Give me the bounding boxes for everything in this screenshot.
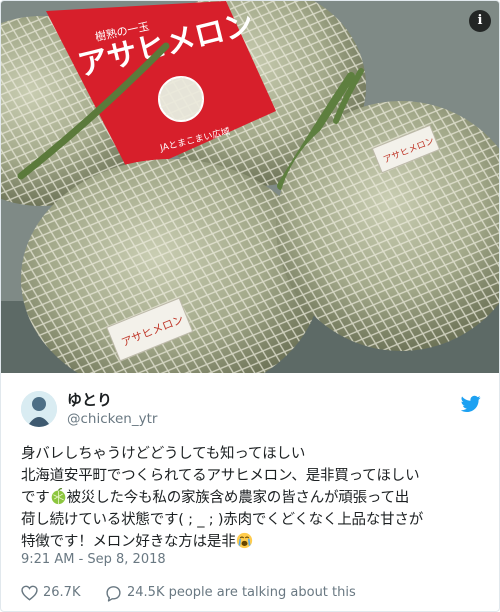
display-name[interactable]: ゆとり [67, 391, 157, 410]
tweet-text-line: 特徴です！メロン好きな方は是非 [21, 534, 236, 550]
user-block[interactable]: ゆとり @chicken_ytr [67, 391, 157, 428]
tweet-text: 身バレしちゃうけどどうしても知ってほしい 北海道安平町でつくられてるアサヒメロン… [21, 443, 485, 553]
tweet-actions: 26.7K 24.5K people are talking about thi… [21, 583, 481, 603]
avatar[interactable] [21, 391, 57, 427]
tweet-text-line: 被災した今も私の家族含め農家の皆さんが頑張って出 [66, 490, 410, 506]
crying-face-emoji-icon [236, 532, 252, 549]
heart-icon [21, 585, 38, 601]
tweet-text-line: です [21, 490, 50, 506]
tweet-timestamp[interactable]: 9:21 AM - Sep 8, 2018 [21, 552, 166, 567]
tweet-header: ゆとり @chicken_ytr [21, 391, 481, 435]
melon-emoji-icon [51, 488, 65, 505]
like-count: 26.7K [43, 585, 81, 600]
tweet-body: ゆとり @chicken_ytr 身バレしちゃうけどどうしても知ってほしい 北海… [1, 373, 499, 611]
speech-bubble-icon [106, 586, 121, 602]
info-icon[interactable]: i [469, 10, 491, 32]
screen-name[interactable]: @chicken_ytr [67, 410, 157, 428]
tweet-photo[interactable]: 樹熟の一玉 アサヒメロン JAとまこまい広域 アサヒメロン アサヒメロン i [1, 1, 499, 373]
like-button[interactable]: 26.7K [21, 583, 101, 603]
talking-about-button[interactable]: 24.5K people are talking about this [105, 583, 405, 603]
twitter-bird-icon[interactable] [460, 395, 481, 413]
tweet-text-line: 身バレしちゃうけどどうしても知ってほしい [21, 446, 306, 462]
tweet-text-line: 北海道安平町でつくられてるアサヒメロン、是非買ってほしい [21, 468, 420, 484]
tweet-text-line: 荷し続けている状態です( ; _ ; )赤肉でくどくなく上品な甘さが [21, 512, 424, 528]
talking-about-label: 24.5K people are talking about this [127, 585, 356, 600]
embedded-tweet-card: 樹熟の一玉 アサヒメロン JAとまこまい広域 アサヒメロン アサヒメロン i ゆ… [0, 0, 500, 612]
